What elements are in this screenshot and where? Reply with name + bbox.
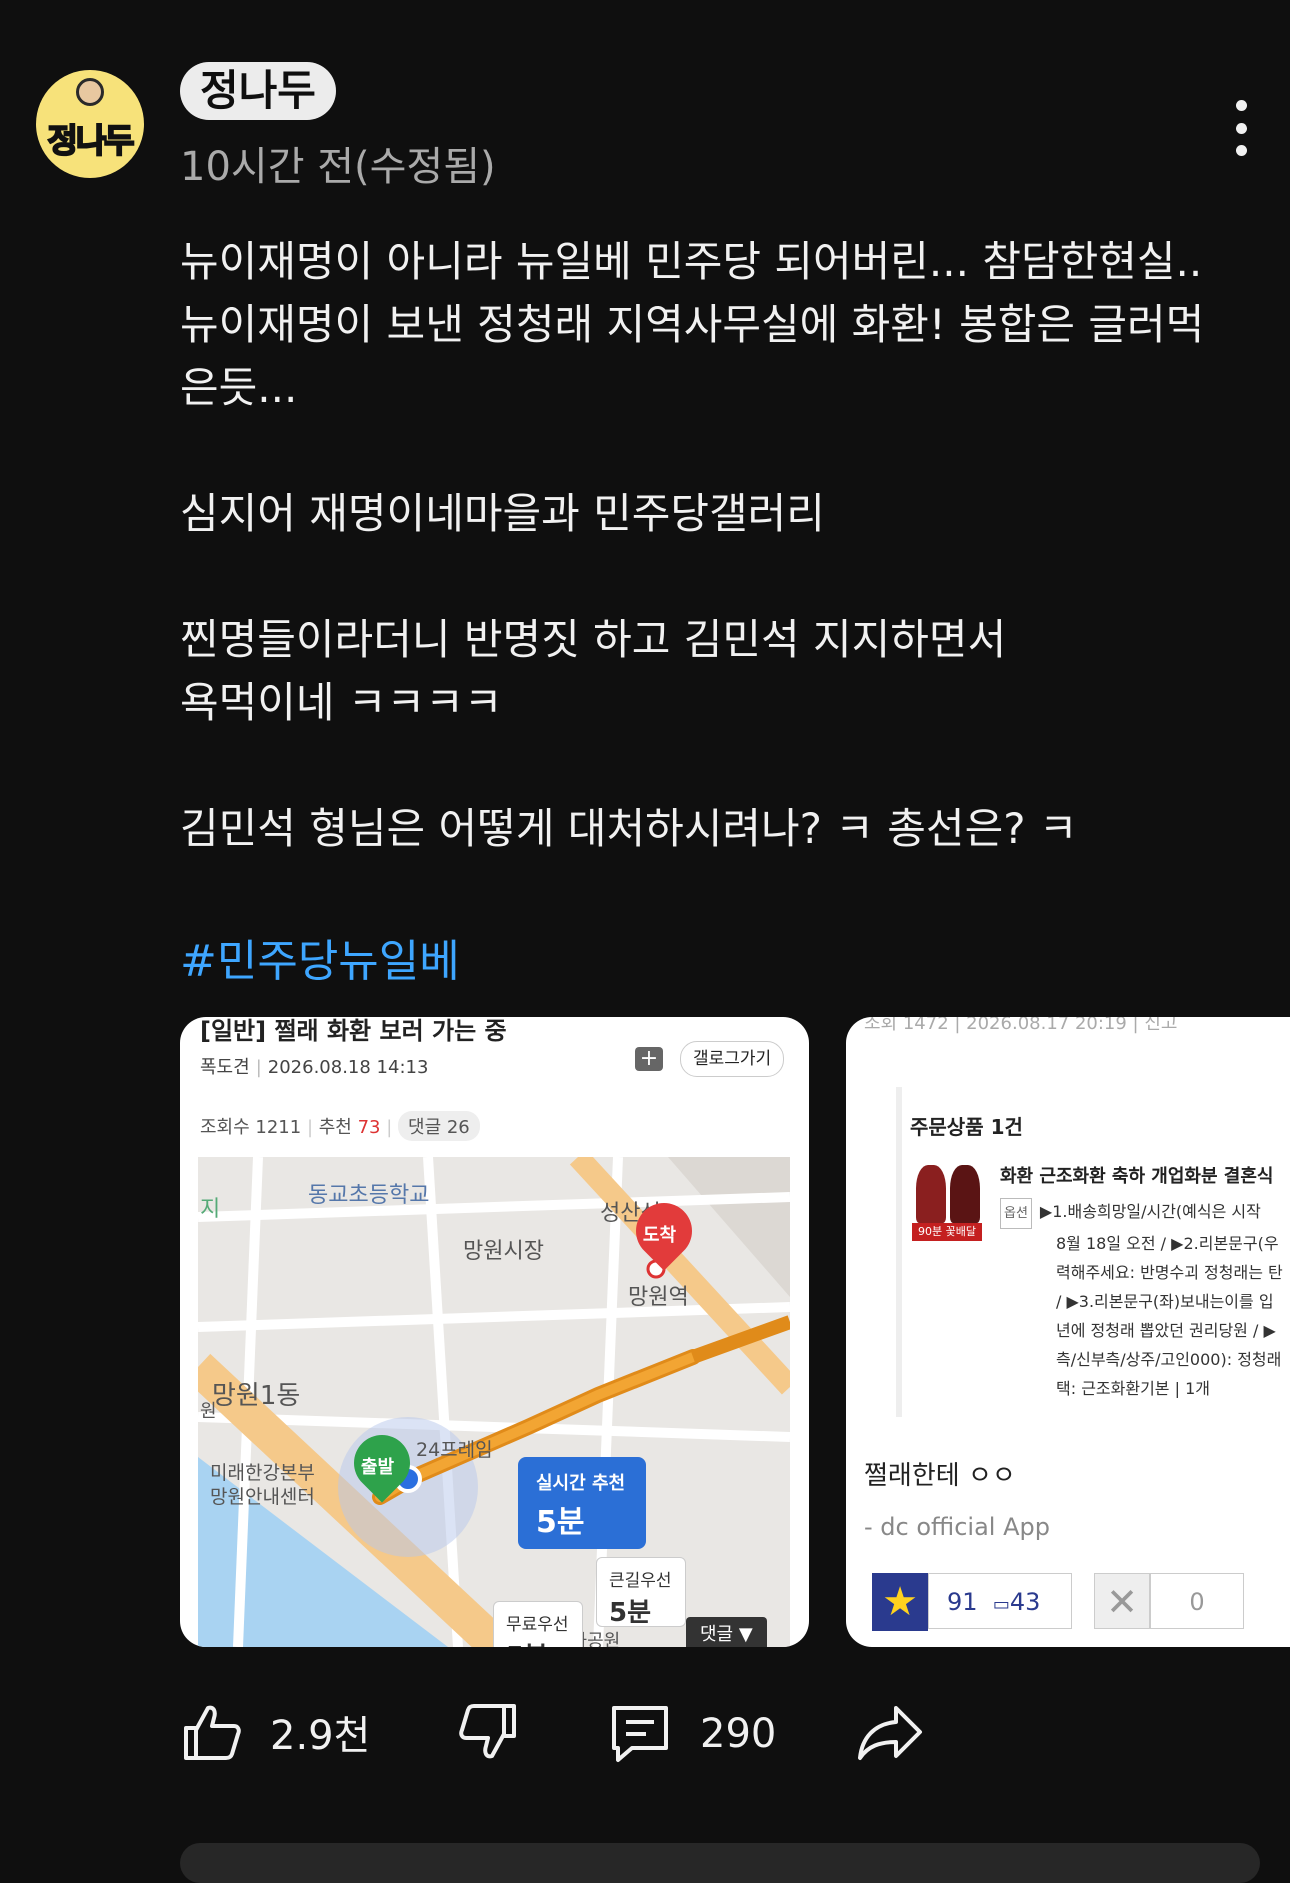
comments-button[interactable]: 290 [606, 1700, 776, 1768]
free-route-box: 무료우선 5분 [493, 1601, 583, 1647]
option-line-5: 년에 정청래 뽑았던 권리당원 / ▶ [1056, 1321, 1276, 1340]
plus-icon: + [635, 1047, 663, 1071]
bigroad-time: 5분 [609, 1598, 652, 1628]
realtime-time: 5분 [536, 1505, 585, 1540]
author-name-chip[interactable]: 정나두 [180, 62, 336, 120]
bigroad-title: 큰길우선 [609, 1571, 672, 1591]
x-icon: ✕ [1094, 1573, 1150, 1629]
image-card-1[interactable]: [일반] 쩔래 화환 보러 가는 중 폭도견 | 2026.08.18 14:13 … [180, 1017, 809, 1647]
product-options: 옵션 ▶1.배송희망일/시간(예식은 시작 8월 18일 오전 / ▶2.리본문구… [1000, 1197, 1283, 1403]
route-map: 동교초등학교 망원시장 망원1동 망원역 성산성 미래한강본부 망원안내센터 24… [198, 1157, 790, 1647]
order-heading: 주문상품 1건 [910, 1115, 1023, 1139]
option-line-1: ▶1.배송희망일/시간(예식은 시작 [1039, 1202, 1261, 1221]
arrive-pin-label: 도착 [642, 1225, 677, 1247]
small-comment-icon: ▭ [992, 1594, 1010, 1615]
card1-views: 조회수 1211 [200, 1117, 302, 1138]
card2-top-meta: 조회 1472 | 2026.08.17 20:19 | 신고 [864, 1017, 1178, 1034]
card1-recommend: 73 [357, 1117, 381, 1138]
card1-comments: 댓글 26 [398, 1111, 480, 1141]
post-paragraph-1: 뉴이재명이 아니라 뉴일베 민주당 되어버린... 참담한현실.. 뉴이재명이 … [180, 237, 1205, 412]
card1-meta: 폭도견 | 2026.08.18 14:13 [200, 1057, 429, 1078]
map-label-school: 동교초등학교 [308, 1183, 430, 1208]
map-label-center: 미래한강본부 망원안내센터 [210, 1461, 315, 1509]
option-line-4: / ▶3.리본문구(좌)보내는이를 입 [1056, 1292, 1274, 1311]
bigroad-box: 큰길우선 5분 [596, 1557, 686, 1628]
option-line-7: 택: 근조화환기본 | 1개 [1056, 1379, 1210, 1398]
depart-pin-label: 출발 [360, 1457, 395, 1479]
share-icon [858, 1706, 922, 1760]
map-label-ji: 지 [200, 1197, 221, 1222]
free-time: 5분 [506, 1636, 548, 1647]
map-label-dong: 망원1동 [212, 1381, 301, 1411]
map-label-center-1: 미래한강본부 [210, 1462, 315, 1484]
author-avatar[interactable]: 정나두 [36, 70, 144, 178]
map-label-won: 원 [200, 1401, 217, 1422]
card1-date: 2026.08.18 14:13 [267, 1057, 429, 1078]
realtime-recommend-box: 실시간 추천 5분 [518, 1457, 646, 1549]
image-card-2[interactable]: 조회 1472 | 2026.08.17 20:19 | 신고 주문상품 1건 … [846, 1017, 1290, 1647]
action-bar: 2.9천 290 [180, 1700, 1260, 1780]
like-count: 2.9천 [270, 1713, 371, 1759]
card2-zero: 0 [1150, 1573, 1244, 1629]
like-button[interactable]: 2.9천 [180, 1700, 370, 1764]
option-line-6: 측/신부측/상주/고인000): 정청래 [1056, 1350, 1282, 1369]
comment-count: 290 [700, 1711, 777, 1757]
map-label-center-2: 망원안내센터 [210, 1486, 315, 1508]
card1-author: 폭도견 [200, 1057, 250, 1078]
hashtag-link[interactable]: #민주당뉴일베 [180, 925, 460, 989]
more-options-icon[interactable] [1226, 100, 1256, 156]
option-line-3: 력해주세요: 반명수괴 정청래는 탄 [1056, 1263, 1283, 1282]
comment-icon [612, 1706, 668, 1762]
card1-post-title: [일반] 쩔래 화환 보러 가는 중 [200, 1017, 507, 1045]
map-label-station: 망원역 [628, 1285, 689, 1310]
post-paragraph-4: 김민석 형님은 어떻게 대처하시려나? ㅋ 총선은? ㅋ [180, 804, 1078, 853]
product-name: 화환 근조화환 축하 개업화분 결혼식 [1000, 1166, 1274, 1187]
next-section-peek [180, 1843, 1260, 1883]
card2-counts: 91 ▭43 [928, 1573, 1072, 1629]
post-paragraph-2: 심지어 재명이네마을과 민주당갤러리 [180, 489, 825, 538]
card1-recommend-label: 추천 [318, 1117, 352, 1138]
share-button[interactable] [856, 1700, 924, 1764]
star-count: 91 [947, 1588, 978, 1616]
realtime-title: 실시간 추천 [536, 1473, 626, 1494]
thumb-tag: 90분 꽃배달 [912, 1223, 982, 1241]
avatar-face [76, 78, 104, 106]
flower-wreath-thumbnail: 90분 꽃배달 [910, 1165, 986, 1241]
dislike-button[interactable] [456, 1700, 520, 1764]
card1-stats: 조회수 1211 | 추천 73 | 댓글 26 [200, 1111, 480, 1141]
option-tag: 옵션 [1000, 1198, 1032, 1229]
star-icon: ★ [872, 1573, 928, 1631]
card2-comment-count: 43 [1009, 1588, 1041, 1616]
post-time: 10시간 전(수정됨) [180, 144, 496, 190]
thumbs-up-icon [184, 1705, 241, 1760]
avatar-text: 정나두 [46, 120, 135, 161]
map-label-market: 망원시장 [463, 1239, 544, 1264]
thumbs-down-icon [459, 1704, 516, 1759]
post-body: 뉴이재명이 아니라 뉴일베 민주당 되어버린... 참담한현실.. 뉴이재명이 … [180, 230, 1240, 923]
card1-comment-button: 댓글 ▼ [686, 1617, 767, 1647]
free-title: 무료우선 [506, 1615, 569, 1635]
card2-source: - dc official App [864, 1513, 1050, 1541]
post-paragraph-3: 찐명들이라더니 반명짓 하고 김민석 지지하면서 욕먹이네 ㅋㅋㅋㅋ [180, 615, 1007, 727]
card1-gallery-button: 갤로그가기 [680, 1041, 785, 1077]
card2-text: 쩔래한테 ㅇㅇ [864, 1461, 1016, 1491]
map-label-frame: 24프레임 [416, 1439, 493, 1461]
option-line-2: 8월 18일 오전 / ▶2.리본문구(우 [1056, 1234, 1279, 1253]
